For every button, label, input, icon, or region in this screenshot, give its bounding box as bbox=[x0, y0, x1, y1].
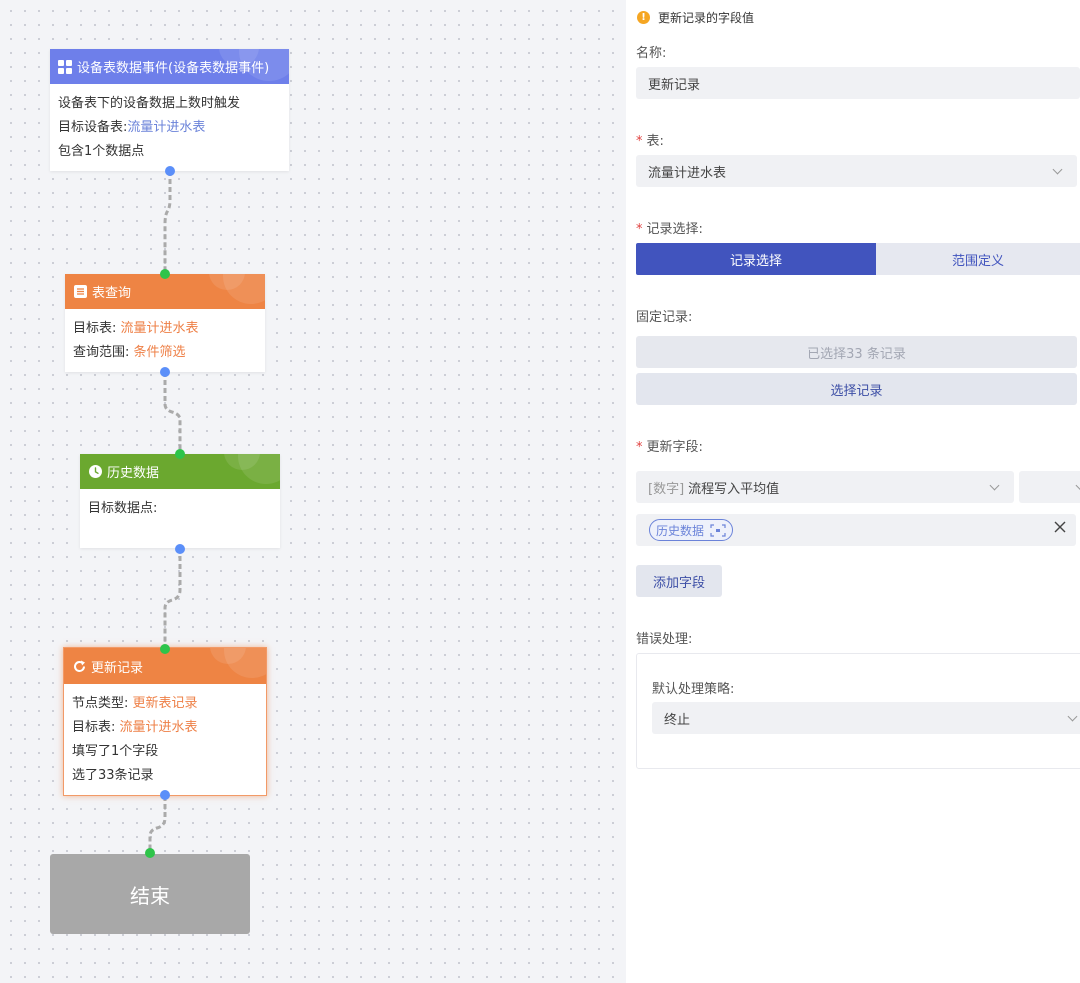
node-history-data[interactable]: 历史数据 目标数据点: bbox=[80, 454, 280, 548]
node-line: 设备表下的设备数据上数时触发 bbox=[58, 96, 241, 111]
flow-canvas[interactable]: 设备表数据事件(设备表数据事件) 设备表下的设备数据上数时触发 目标设备表:流量… bbox=[0, 0, 626, 983]
node-line-label: 查询范围: bbox=[73, 345, 134, 360]
chevron-down-icon bbox=[1075, 480, 1080, 491]
node-line: 目标表: 流量计进水表 bbox=[72, 716, 258, 740]
field-select[interactable]: [数字] 流程写入平均值 bbox=[636, 471, 1014, 503]
node-line-value: 更新表记录 bbox=[132, 696, 198, 711]
tab-range-define[interactable]: 范围定义 bbox=[876, 243, 1080, 275]
panel-header: ! 更新记录的字段值 bbox=[637, 9, 754, 26]
connector-history-update bbox=[163, 548, 182, 648]
required-mark: * bbox=[636, 440, 643, 455]
node-title: 历史数据 bbox=[107, 466, 160, 481]
tab-record-select[interactable]: 记录选择 bbox=[636, 243, 876, 275]
node-header: 历史数据 bbox=[80, 454, 280, 489]
select-records-button[interactable]: 选择记录 bbox=[636, 373, 1077, 405]
node-line-label: 目标设备表: bbox=[58, 120, 128, 135]
chevron-down-icon bbox=[1067, 711, 1078, 722]
table-icon bbox=[73, 285, 87, 299]
table-label-text: 表: bbox=[646, 134, 664, 149]
strategy-select[interactable]: 终止 bbox=[652, 702, 1080, 734]
connector-update-end bbox=[148, 796, 167, 854]
input-port[interactable] bbox=[160, 269, 170, 279]
node-update-record[interactable]: 更新记录 节点类型: 更新表记录 目标表: 流量计进水表 填写了1个字段 选了3… bbox=[63, 647, 267, 796]
input-port[interactable] bbox=[160, 644, 170, 654]
input-port[interactable] bbox=[175, 449, 185, 459]
node-line: 包含1个数据点 bbox=[58, 144, 145, 159]
selected-records-info: 已选择33 条记录 bbox=[636, 336, 1077, 368]
node-header: 设备表数据事件(设备表数据事件) bbox=[50, 49, 289, 84]
output-port[interactable] bbox=[160, 790, 170, 800]
name-label: 名称: bbox=[636, 46, 667, 61]
end-label: 结束 bbox=[130, 883, 170, 908]
node-line: 填写了1个字段 bbox=[72, 744, 159, 759]
fixed-records-label: 固定记录: bbox=[636, 310, 693, 325]
node-line: 目标设备表:流量计进水表 bbox=[58, 116, 281, 140]
node-line-value: 流量计进水表 bbox=[119, 720, 198, 735]
node-line: 选了33条记录 bbox=[72, 768, 154, 783]
input-port[interactable] bbox=[145, 848, 155, 858]
connector-query-history bbox=[163, 372, 182, 454]
record-select-label-text: 记录选择: bbox=[646, 222, 703, 237]
value-tag[interactable]: 历史数据 bbox=[649, 519, 734, 541]
node-line-label: 目标表: bbox=[72, 720, 120, 735]
warning-icon: ! bbox=[637, 11, 650, 24]
node-line: 目标数据点: bbox=[88, 501, 158, 516]
field-type: [数字] bbox=[648, 481, 685, 497]
node-line-value: 流量计进水表 bbox=[127, 120, 206, 135]
refresh-icon bbox=[72, 659, 86, 673]
record-mode-tabs: 记录选择 范围定义 bbox=[636, 243, 1080, 275]
grid-icon bbox=[58, 59, 72, 74]
chevron-down-icon bbox=[989, 480, 1000, 491]
strategy-value: 终止 bbox=[664, 712, 691, 728]
name-value: 更新记录 bbox=[648, 77, 701, 93]
node-header: 表查询 bbox=[65, 274, 265, 309]
connector-event-query bbox=[163, 171, 172, 274]
chevron-down-icon bbox=[1052, 164, 1063, 175]
scan-icon bbox=[710, 523, 726, 537]
field-name: 流程写入平均值 bbox=[688, 481, 780, 497]
panel-title: 更新记录的字段值 bbox=[658, 11, 755, 25]
table-label: * 表: bbox=[636, 130, 664, 149]
node-device-event[interactable]: 设备表数据事件(设备表数据事件) 设备表下的设备数据上数时触发 目标设备表:流量… bbox=[50, 49, 289, 171]
record-select-label: * 记录选择: bbox=[636, 218, 703, 237]
table-select-value: 流量计进水表 bbox=[648, 165, 727, 181]
output-port[interactable] bbox=[165, 166, 175, 176]
operator-select[interactable] bbox=[1019, 471, 1080, 503]
strategy-label: 默认处理策略: bbox=[652, 682, 735, 697]
node-title: 更新记录 bbox=[91, 660, 144, 676]
required-mark: * bbox=[636, 222, 643, 237]
error-handling-label: 错误处理: bbox=[636, 632, 693, 647]
output-port[interactable] bbox=[175, 544, 185, 554]
node-title: 表查询 bbox=[92, 286, 132, 301]
required-mark: * bbox=[636, 134, 643, 149]
properties-panel: ! 更新记录的字段值 名称: 更新记录 * 表: 流量计进水表 * 记录选择: 记录… bbox=[626, 0, 1080, 983]
node-line: 节点类型: 更新表记录 bbox=[72, 692, 258, 716]
node-line: 查询范围: 条件筛选 bbox=[73, 341, 257, 365]
update-fields-label: * 更新字段: bbox=[636, 436, 703, 455]
node-line-value: 条件筛选 bbox=[133, 345, 186, 360]
node-line-label: 目标表: bbox=[73, 321, 121, 336]
error-handling-box: 默认处理策略: 终止 bbox=[636, 653, 1080, 769]
name-input[interactable]: 更新记录 bbox=[636, 67, 1080, 99]
clock-icon bbox=[88, 465, 102, 479]
output-port[interactable] bbox=[160, 367, 170, 377]
node-title: 设备表数据事件(设备表数据事件) bbox=[77, 61, 270, 76]
update-fields-label-text: 更新字段: bbox=[646, 440, 703, 455]
node-end[interactable]: 结束 bbox=[50, 854, 250, 934]
node-line-value: 流量计进水表 bbox=[120, 321, 199, 336]
close-icon[interactable] bbox=[1054, 521, 1066, 537]
add-field-button[interactable]: 添加字段 bbox=[636, 565, 722, 597]
node-line-label: 节点类型: bbox=[72, 696, 133, 711]
field-value-input[interactable]: 历史数据 bbox=[636, 514, 1076, 546]
value-tag-label: 历史数据 bbox=[656, 523, 705, 538]
node-line: 目标表: 流量计进水表 bbox=[73, 317, 257, 341]
node-table-query[interactable]: 表查询 目标表: 流量计进水表 查询范围: 条件筛选 bbox=[65, 274, 265, 372]
table-select[interactable]: 流量计进水表 bbox=[636, 155, 1077, 187]
